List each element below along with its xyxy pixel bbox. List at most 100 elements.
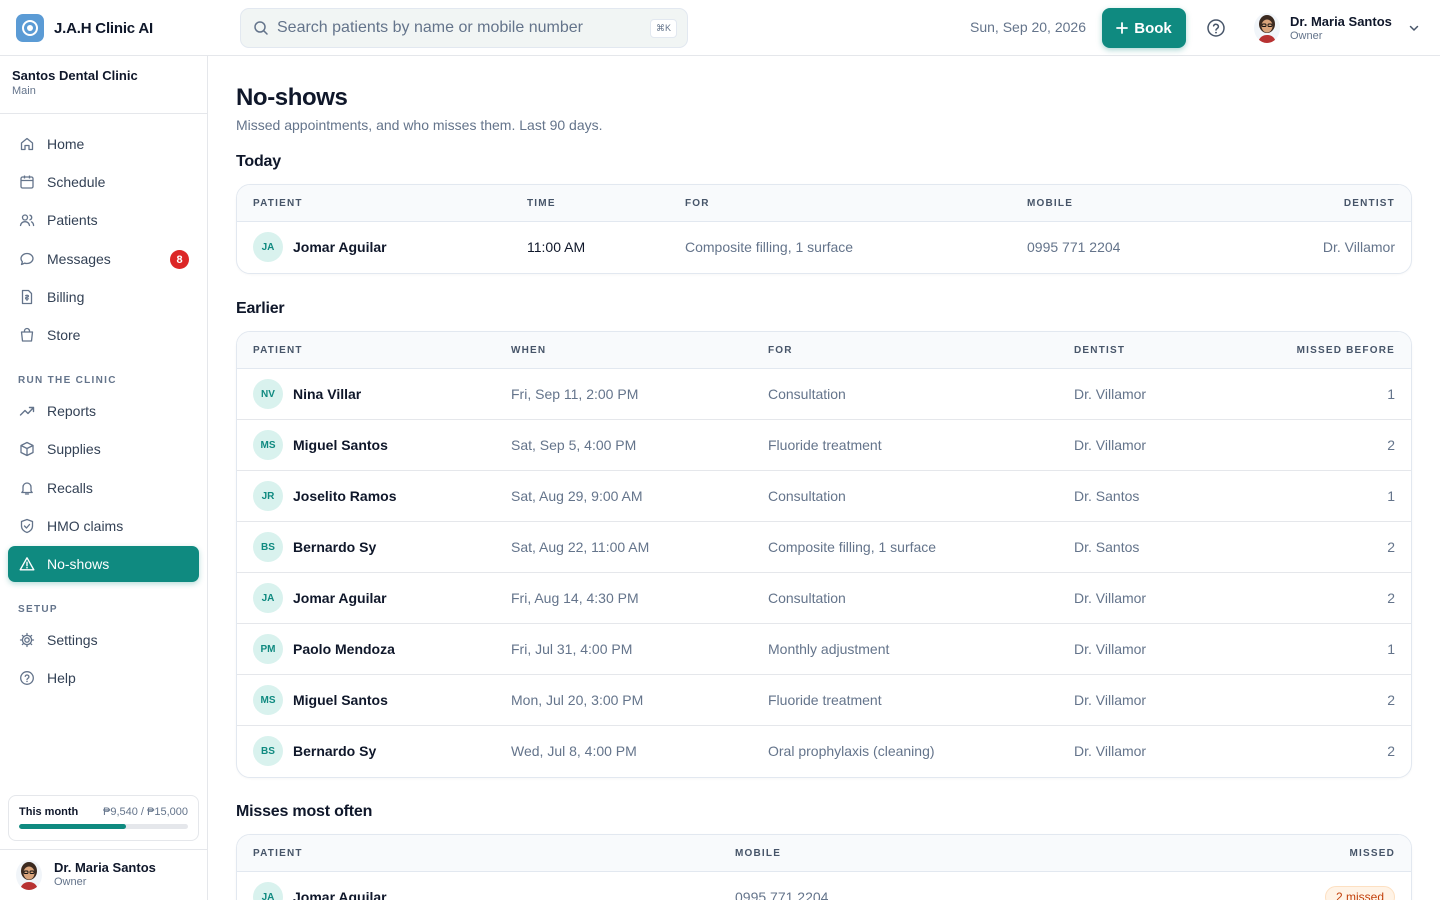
nav-section-run: RUN THE CLINIC <box>18 375 117 386</box>
sidebar-item-label: HMO claims <box>47 518 124 534</box>
table-row[interactable]: JA Jomar Aguilar 11:00 AM Composite fill… <box>237 222 1411 273</box>
sidebar-item-settings[interactable]: Settings <box>8 622 199 658</box>
column-header: DENTIST <box>1343 198 1395 209</box>
column-header: PATIENT <box>253 848 303 859</box>
patient-cell: BS Bernardo Sy <box>253 532 376 562</box>
receipt-icon <box>19 289 35 305</box>
divider <box>0 849 207 850</box>
sidebar-item-help[interactable]: Help <box>8 660 199 696</box>
missed-before-count: 2 <box>1387 539 1395 555</box>
top-bar: J.A.H Clinic AI ⌘K Sun, Sep 20, 2026 Boo… <box>0 0 1440 56</box>
nav-section-setup: SETUP <box>18 604 58 615</box>
user-menu[interactable]: Dr. Maria Santos Owner <box>1254 12 1420 44</box>
table-row[interactable]: BS Bernardo Sy Wed, Jul 8, 4:00 PM Oral pro… <box>237 726 1411 777</box>
clinic-switcher[interactable]: Santos Dental Clinic Main <box>12 68 138 97</box>
sidebar-item-home[interactable]: Home <box>8 126 199 162</box>
sidebar-item-label: Home <box>47 136 85 152</box>
missed-before-count: 1 <box>1387 386 1395 402</box>
plus-icon <box>1116 22 1129 34</box>
appointment-when: Sat, Sep 5, 4:00 PM <box>511 437 637 453</box>
sidebar-item-schedule[interactable]: Schedule <box>8 164 199 200</box>
sidebar-item-recalls[interactable]: Recalls <box>8 470 199 506</box>
sidebar-item-billing[interactable]: Billing <box>8 279 199 315</box>
table-header: PATIENT MOBILE MISSED <box>237 835 1411 872</box>
search-bar[interactable]: ⌘K <box>240 8 688 48</box>
column-header: PATIENT <box>253 198 303 209</box>
sidebar-item-label: Patients <box>47 212 98 228</box>
sidebar-item-store[interactable]: Store <box>8 317 199 353</box>
users-icon <box>19 212 35 228</box>
patient-name: Bernardo Sy <box>293 743 377 759</box>
table-row[interactable]: JA Jomar Aguilar Fri, Aug 14, 4:30 PM Consu… <box>237 573 1411 624</box>
sidebar-item-label: Store <box>47 327 81 343</box>
appointment-when: Fri, Aug 14, 4:30 PM <box>511 590 639 606</box>
sidebar-item-supplies[interactable]: Supplies <box>8 431 199 467</box>
calendar-icon <box>19 174 35 190</box>
appointment-for: Composite filling, 1 surface <box>768 539 937 555</box>
appointment-when: Wed, Jul 8, 4:00 PM <box>511 743 637 759</box>
missed-before-count: 2 <box>1387 590 1395 606</box>
missed-before-count: 2 <box>1387 437 1395 453</box>
search-shortcut: ⌘K <box>649 18 677 38</box>
table-row[interactable]: JR Joselito Ramos Sat, Aug 29, 9:00 AM Cons… <box>237 471 1411 522</box>
sidebar: Santos Dental Clinic Main Home Schedule … <box>0 56 208 900</box>
patient-mobile: 0995 771 2204 <box>1027 239 1121 255</box>
often-table: PATIENT MOBILE MISSED JA Jomar Aguilar 0… <box>236 834 1412 900</box>
dentist-name: Dr. Santos <box>1074 488 1140 504</box>
patient-mobile: 0995 771 2204 <box>735 889 829 900</box>
trend-icon <box>19 403 35 419</box>
dentist-name: Dr. Villamor <box>1074 743 1147 759</box>
patient-initials-avatar: JA <box>253 882 283 900</box>
sidebar-item-messages[interactable]: Messages 8 <box>8 241 199 277</box>
table-row[interactable]: MS Miguel Santos Mon, Jul 20, 3:00 PM Fluor… <box>237 675 1411 726</box>
sidebar-item-patients[interactable]: Patients <box>8 202 199 238</box>
dentist-name: Dr. Villamor <box>1322 239 1395 255</box>
sidebar-item-hmo-claims[interactable]: HMO claims <box>8 508 199 544</box>
appointment-when: Fri, Jul 31, 4:00 PM <box>511 641 633 657</box>
patient-name: Miguel Santos <box>293 437 388 453</box>
brand[interactable]: J.A.H Clinic AI <box>16 14 153 42</box>
table-row[interactable]: PM Paolo Mendoza Fri, Jul 31, 4:00 PM Month… <box>237 624 1411 675</box>
sidebar-item-label: Settings <box>47 632 98 648</box>
sidebar-item-label: Recalls <box>47 480 93 496</box>
table-row[interactable]: JA Jomar Aguilar 0995 771 2204 2 missed <box>237 872 1411 900</box>
search-input[interactable] <box>277 19 650 37</box>
missed-count-badge: 2 missed <box>1324 886 1395 900</box>
table-body: NV Nina Villar Fri, Sep 11, 2:00 PM Consult… <box>237 369 1411 777</box>
column-header: FOR <box>768 345 793 356</box>
appointment-for: Consultation <box>768 488 846 504</box>
patient-cell: NV Nina Villar <box>253 379 361 409</box>
table-row[interactable]: BS Bernardo Sy Sat, Aug 22, 11:00 AM Compos… <box>237 522 1411 573</box>
table-row[interactable]: NV Nina Villar Fri, Sep 11, 2:00 PM Consult… <box>237 369 1411 420</box>
help-icon[interactable] <box>1206 18 1226 38</box>
section-heading-earlier: Earlier <box>236 300 285 317</box>
app-logo-icon <box>16 14 44 42</box>
table-row[interactable]: MS Miguel Santos Sat, Sep 5, 4:00 PM Fluori… <box>237 420 1411 471</box>
column-header: MISSED BEFORE <box>1296 345 1395 356</box>
divider <box>0 113 207 114</box>
table-header: PATIENT TIME FOR MOBILE DENTIST <box>237 185 1411 222</box>
patient-initials-avatar: BS <box>253 736 283 766</box>
sidebar-item-no-shows[interactable]: No-shows <box>8 546 199 582</box>
help-icon <box>19 670 35 686</box>
sidebar-item-reports[interactable]: Reports <box>8 393 199 429</box>
appointment-for: Fluoride treatment <box>768 437 882 453</box>
patient-initials-avatar: JA <box>253 583 283 613</box>
book-button-label: Book <box>1134 19 1172 37</box>
shield-icon <box>19 518 35 534</box>
column-header: WHEN <box>511 345 547 356</box>
patient-cell: PM Paolo Mendoza <box>253 634 395 664</box>
alert-triangle-icon <box>19 556 35 572</box>
missed-before-count: 2 <box>1387 692 1395 708</box>
user-role: Owner <box>54 876 87 888</box>
gear-icon <box>19 632 35 648</box>
appointment-for: Composite filling, 1 surface <box>685 239 854 255</box>
patient-initials-avatar: MS <box>253 430 283 460</box>
sidebar-item-label: Supplies <box>47 441 101 457</box>
clinic-name: Santos Dental Clinic <box>12 68 138 83</box>
appointment-when: Sat, Aug 29, 9:00 AM <box>511 488 643 504</box>
messages-count-badge: 8 <box>170 250 189 269</box>
bell-icon <box>19 480 35 496</box>
sidebar-user[interactable]: Dr. Maria Santos Owner <box>16 860 156 890</box>
book-button[interactable]: Book <box>1102 8 1186 48</box>
